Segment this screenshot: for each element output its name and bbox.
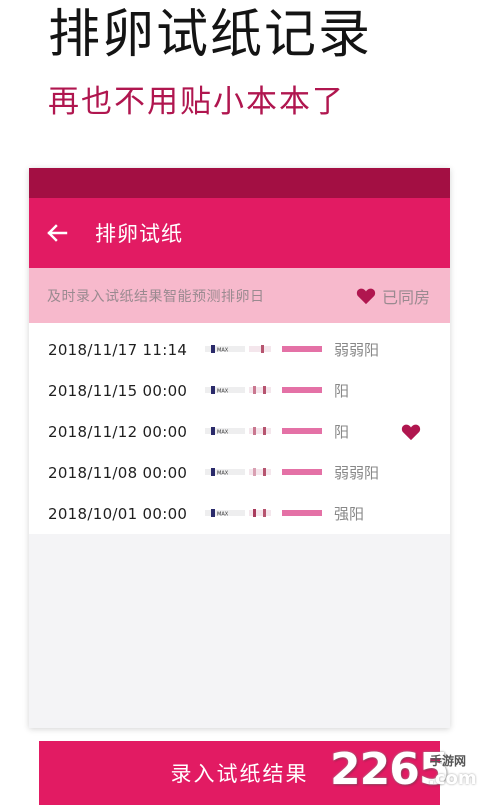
test-strip-icon: MAX: [205, 345, 322, 354]
record-row[interactable]: 2018/11/12 00:00 MAX 阳: [29, 411, 450, 452]
record-row[interactable]: 2018/11/15 00:00 MAX 阳: [29, 370, 450, 411]
test-strip-icon: MAX: [205, 386, 322, 395]
page-title: 排卵试纸: [95, 222, 183, 246]
phone-screen: 排卵试纸 及时录入试纸结果智能预测排卵日 已同房 2018/11/17 11:1…: [29, 168, 450, 728]
svg-text:MAX: MAX: [217, 389, 229, 395]
info-text: 及时录入试纸结果智能预测排卵日: [47, 288, 265, 305]
record-row[interactable]: 2018/11/08 00:00 MAX 弱弱阳: [29, 452, 450, 493]
promo-headline: 排卵试纸记录: [48, 5, 373, 65]
record-result: 弱弱阳: [334, 464, 380, 482]
record-result: 阳: [334, 382, 350, 400]
watermark-site: 手游网: [430, 754, 467, 768]
watermark-logo: 2265 手游网 .com: [330, 744, 478, 800]
test-strip-icon: MAX: [205, 468, 322, 477]
watermark-domain: .com: [428, 768, 477, 789]
had-sex-toggle[interactable]: 已同房: [356, 284, 430, 308]
app-bar: 排卵试纸: [29, 198, 450, 268]
record-result: 强阳: [334, 505, 365, 523]
record-result: 阳: [334, 423, 350, 441]
record-date: 2018/11/12 00:00: [48, 422, 188, 441]
back-button[interactable]: [31, 198, 83, 268]
test-strip-icon: MAX: [205, 427, 322, 436]
arrow-left-icon: [47, 224, 68, 242]
had-sex-label: 已同房: [381, 287, 430, 307]
record-date: 2018/11/08 00:00: [48, 463, 188, 482]
status-bar: [29, 168, 450, 198]
svg-text:MAX: MAX: [217, 348, 229, 354]
heart-icon: [401, 424, 421, 441]
record-date: 2018/11/17 11:14: [48, 340, 188, 359]
promo-subline: 再也不用贴小本本了: [48, 84, 345, 120]
svg-text:MAX: MAX: [217, 512, 229, 518]
record-list: 2018/11/17 11:14 MAX 弱弱阳 2018/11/15 00:0…: [29, 323, 450, 534]
record-date: 2018/10/01 00:00: [48, 504, 188, 523]
svg-text:MAX: MAX: [217, 471, 229, 477]
record-row[interactable]: 2018/10/01 00:00 MAX 强阳: [29, 493, 450, 534]
test-strip-icon: MAX: [205, 509, 322, 518]
svg-text:MAX: MAX: [217, 430, 229, 436]
record-date: 2018/11/15 00:00: [48, 381, 188, 400]
record-row[interactable]: 2018/11/17 11:14 MAX 弱弱阳: [29, 329, 450, 370]
record-result: 弱弱阳: [334, 341, 380, 359]
heart-icon: [356, 288, 376, 304]
info-bar: 及时录入试纸结果智能预测排卵日 已同房: [29, 268, 450, 323]
